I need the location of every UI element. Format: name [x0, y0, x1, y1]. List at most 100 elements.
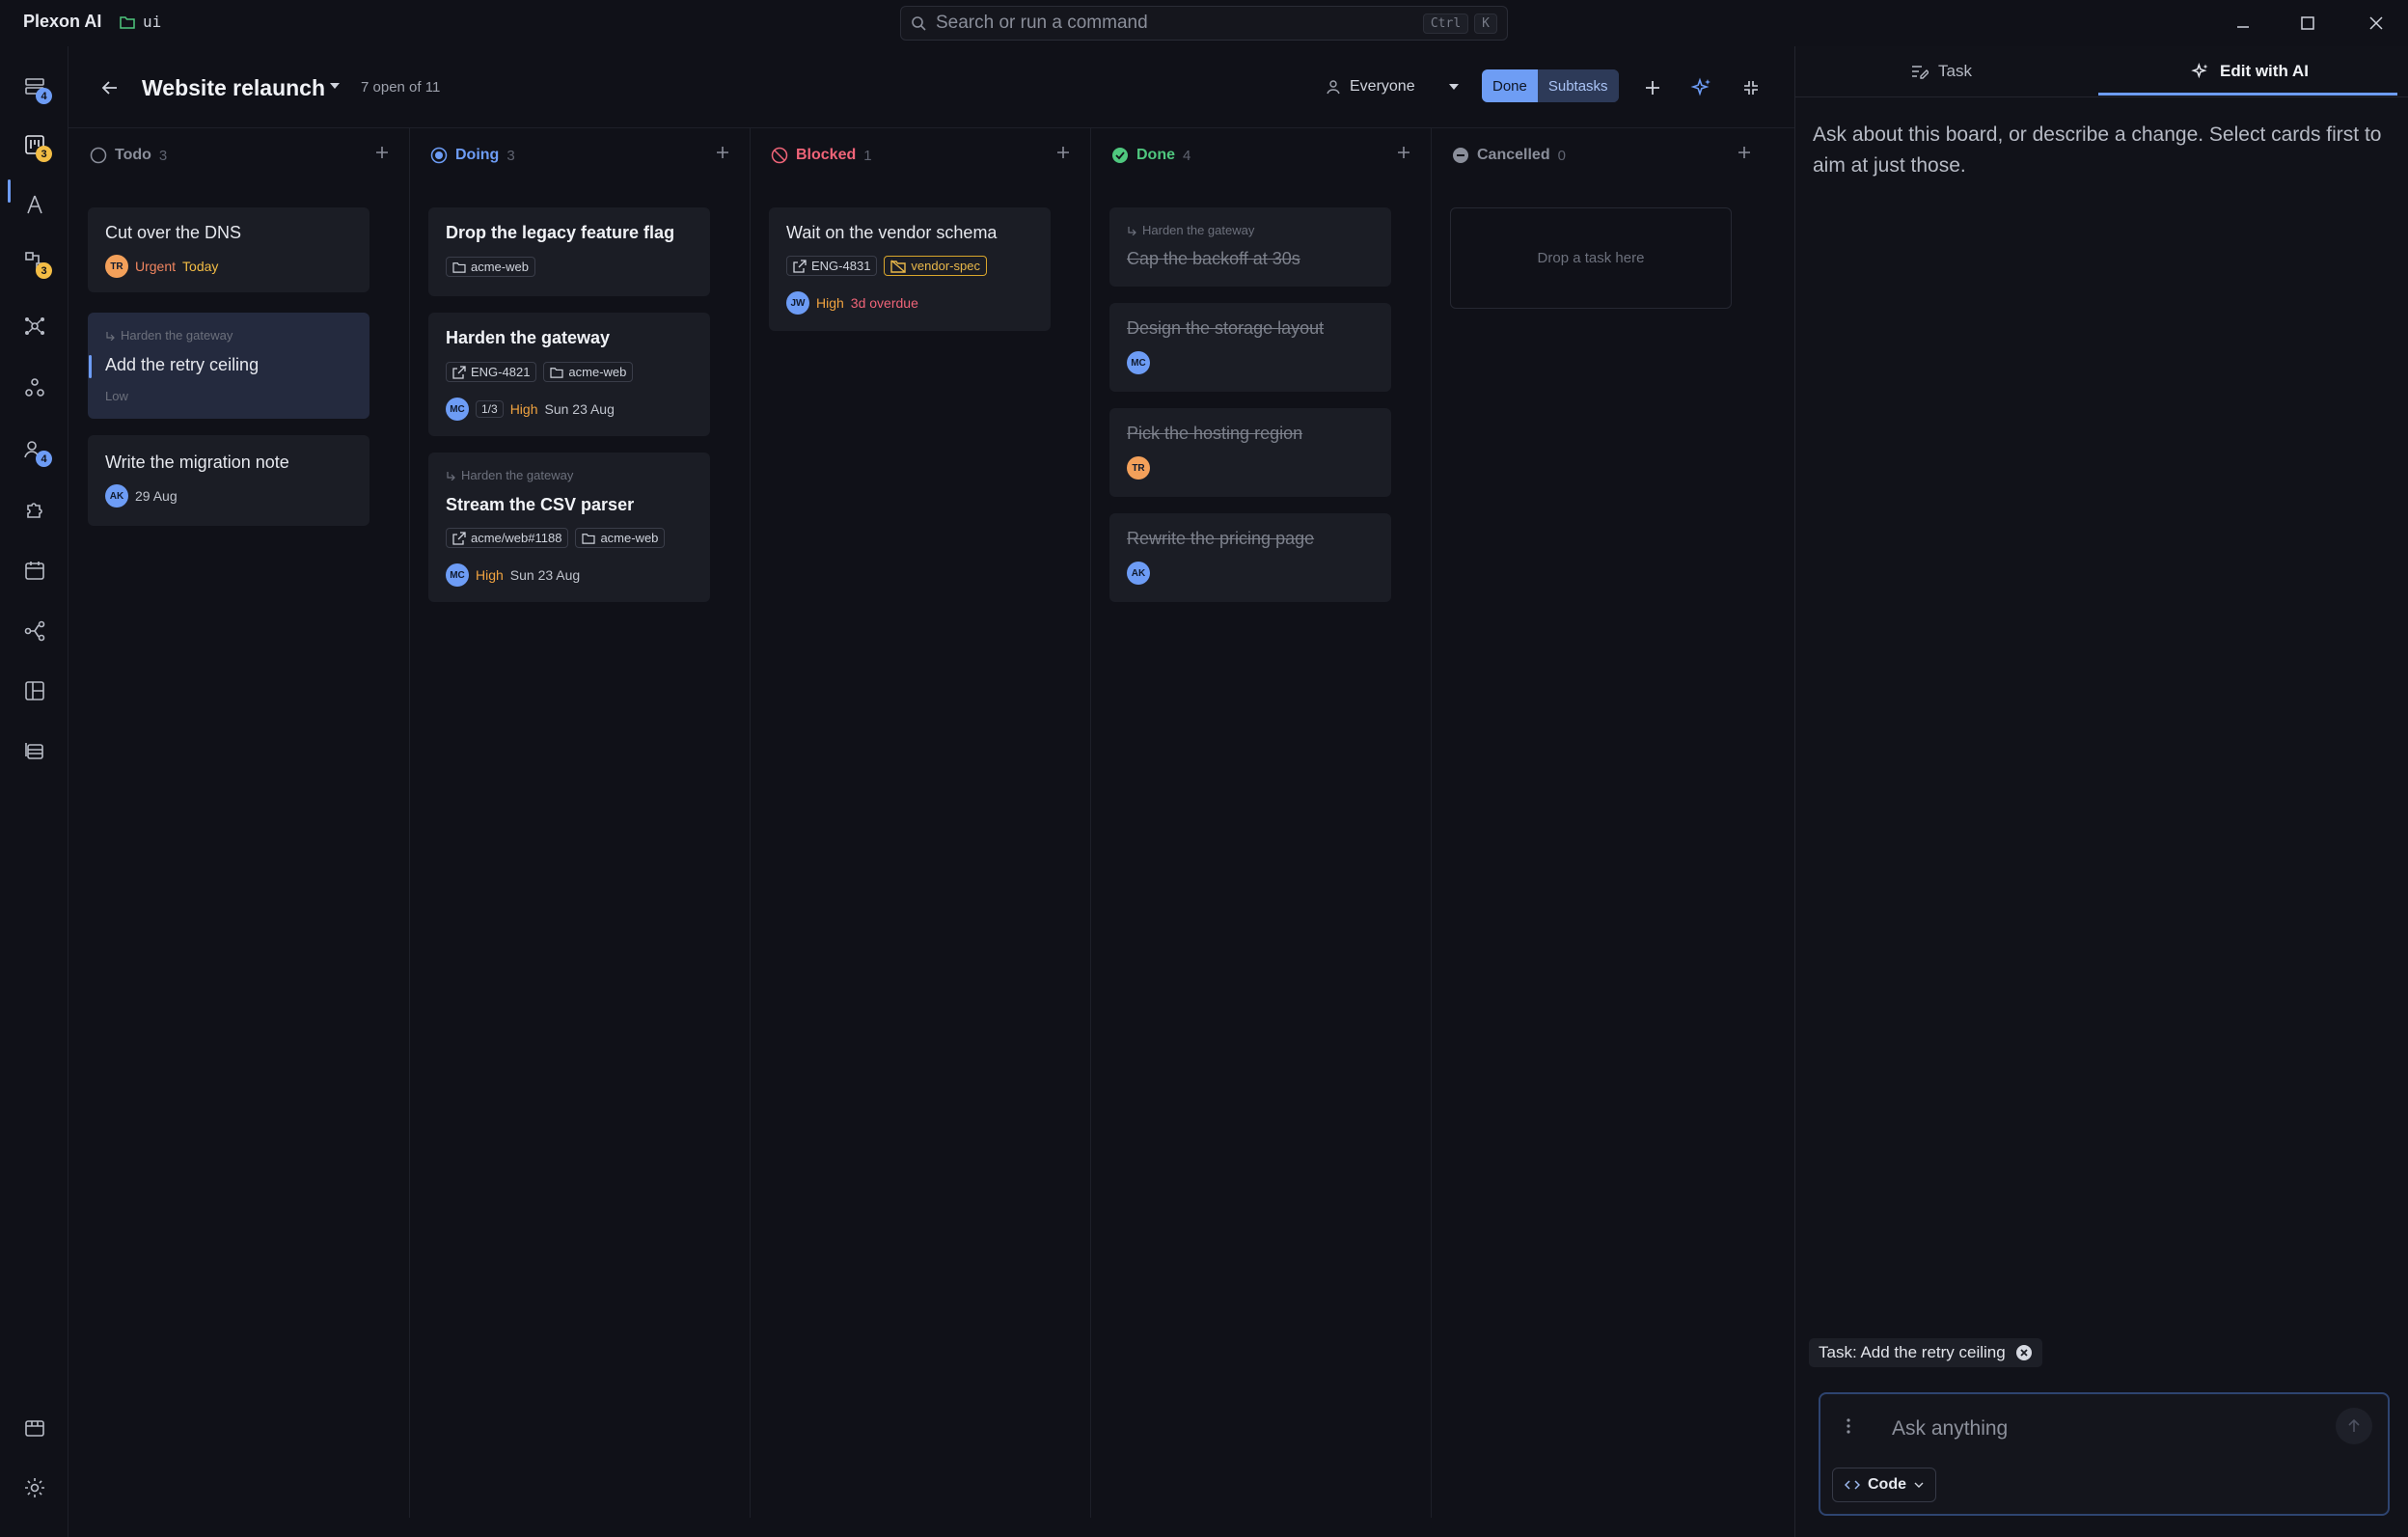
rail-pipelines[interactable]: [15, 612, 54, 650]
avatar: AK: [105, 484, 128, 508]
parent-task-label: Harden the gateway: [461, 468, 574, 482]
maximize-button[interactable]: [2288, 8, 2327, 39]
rail-extensions[interactable]: [15, 490, 54, 529]
toggle-subtasks[interactable]: Subtasks: [1537, 69, 1619, 102]
layout-icon: [23, 679, 46, 702]
issue-ref-label: ENG-4831: [811, 259, 871, 273]
folder-chip-label: acme-web: [568, 365, 627, 379]
due-date: Sun 23 Aug: [544, 401, 615, 417]
task-card-done[interactable]: Design the storage layout MC: [1109, 303, 1391, 392]
title-bar: Plexon AI ui Search or run a command Ctr…: [0, 0, 2408, 46]
column-doing: Doing 3 Drop the legacy feature flag acm…: [409, 128, 751, 1518]
ai-button[interactable]: [1687, 73, 1716, 102]
task-card-selected[interactable]: Harden the gateway Add the retry ceiling…: [88, 313, 369, 419]
workspace-folder-label: ui: [143, 13, 162, 31]
workspace-folder[interactable]: ui: [120, 13, 161, 31]
rail-badge: 3: [36, 262, 52, 279]
rail-calendar[interactable]: [15, 551, 54, 590]
add-to-column-button[interactable]: [1396, 145, 1411, 160]
parent-task: Harden the gateway: [446, 468, 573, 482]
priority-label: High: [476, 567, 504, 583]
column-header: Cancelled 0: [1452, 147, 1566, 164]
add-to-column-button[interactable]: [1055, 145, 1071, 160]
blocked-icon: [771, 147, 788, 164]
send-button[interactable]: [2336, 1408, 2372, 1444]
rail-layout[interactable]: [15, 672, 54, 710]
rail-workflow[interactable]: 3: [15, 242, 54, 281]
rail-settings[interactable]: [15, 1468, 54, 1507]
subtask-arrow-icon: [1127, 226, 1136, 235]
collapse-button[interactable]: [1737, 73, 1765, 102]
rail-people[interactable]: 4: [15, 430, 54, 469]
avatar: JW: [786, 291, 809, 315]
subtask-arrow-icon: [446, 471, 455, 480]
sparkles-icon: [2191, 62, 2210, 81]
back-button[interactable]: [96, 73, 124, 102]
card-title: Design the storage layout: [1127, 318, 1325, 338]
task-card[interactable]: Wait on the vendor schema ENG-4831 vendo…: [769, 207, 1051, 331]
search-icon: [911, 15, 926, 31]
add-to-column-button[interactable]: [1737, 145, 1752, 160]
assignee-dropdown-button[interactable]: [1448, 82, 1460, 92]
card-meta: MC High Sun 23 Aug: [446, 563, 580, 587]
subtask-progress: 1/3: [476, 400, 504, 418]
card-meta: TR: [1127, 456, 1150, 480]
composer-menu-button[interactable]: [1846, 1417, 1851, 1435]
issue-ref-chip[interactable]: acme/web#1188: [446, 528, 569, 548]
column-blocked: Blocked 1 Wait on the vendor schema ENG-…: [750, 128, 1091, 1518]
rail-badge: 3: [36, 146, 52, 162]
task-card[interactable]: Drop the legacy feature flag acme-web: [428, 207, 710, 296]
add-to-column-button[interactable]: [374, 145, 390, 160]
close-icon: [2368, 15, 2384, 31]
tab-edit-with-ai[interactable]: Edit with AI: [2191, 46, 2309, 96]
rail-store[interactable]: [15, 1409, 54, 1447]
remove-context-button[interactable]: [2015, 1344, 2033, 1361]
rail-board[interactable]: 3: [15, 125, 54, 164]
add-to-column-button[interactable]: [715, 145, 730, 160]
issue-ref-chip[interactable]: ENG-4831: [786, 256, 878, 276]
more-vertical-icon: [1846, 1417, 1851, 1435]
column-count: 1: [863, 147, 872, 164]
toggle-done[interactable]: Done: [1482, 69, 1538, 102]
due-date-overdue: 3d overdue: [850, 295, 918, 311]
caret-down-icon: [329, 81, 341, 91]
rail-compass[interactable]: [15, 185, 54, 224]
minimize-button[interactable]: [2224, 8, 2262, 39]
folder-chip: acme-web: [543, 362, 634, 382]
column-title: Doing: [455, 147, 500, 163]
column-header: Doing 3: [430, 147, 515, 164]
board-switcher-button[interactable]: [329, 81, 341, 91]
close-window-button[interactable]: [2357, 8, 2395, 39]
card-meta: AK: [1127, 562, 1150, 585]
assignee-filter[interactable]: Everyone: [1326, 78, 1415, 96]
chat-input[interactable]: Ask anything: [1892, 1417, 2008, 1441]
mode-select[interactable]: Code: [1832, 1468, 1936, 1502]
selection-indicator: [89, 355, 92, 378]
drop-zone[interactable]: Drop a task here: [1450, 207, 1732, 309]
card-title: Pick the hosting region: [1127, 424, 1303, 443]
rail-groups[interactable]: [15, 369, 54, 407]
task-card[interactable]: Cut over the DNS TR Urgent Today: [88, 207, 369, 292]
command-search[interactable]: Search or run a command Ctrl K: [900, 6, 1508, 41]
rail-network[interactable]: [15, 307, 54, 345]
column-count: 3: [158, 147, 168, 164]
issue-ref-chip[interactable]: ENG-4821: [446, 362, 537, 382]
rail-database[interactable]: [15, 731, 54, 770]
due-date: 29 Aug: [135, 488, 178, 504]
chevron-down-icon: [1914, 1481, 1924, 1489]
task-card-done[interactable]: Rewrite the pricing page AK: [1109, 513, 1391, 602]
task-card[interactable]: Write the migration note AK 29 Aug: [88, 435, 369, 526]
chat-composer: Ask anything Code: [1819, 1392, 2390, 1516]
avatar: MC: [1127, 351, 1150, 374]
card-meta: MC 1/3 High Sun 23 Aug: [446, 398, 615, 421]
task-card-done[interactable]: Pick the hosting region TR: [1109, 408, 1391, 497]
task-card[interactable]: Harden the gateway ENG-4821 acme-web MC …: [428, 313, 710, 436]
column-title: Cancelled: [1477, 147, 1550, 163]
task-card-done[interactable]: Harden the gateway Cap the backoff at 30…: [1109, 207, 1391, 287]
rail-inbox[interactable]: 4: [15, 68, 54, 106]
tab-task[interactable]: Task: [1911, 46, 1972, 96]
minimize-icon: [2235, 15, 2251, 31]
task-card[interactable]: Harden the gateway Stream the CSV parser…: [428, 453, 710, 602]
add-task-button[interactable]: [1638, 73, 1667, 102]
subtask-arrow-icon: [105, 331, 115, 341]
